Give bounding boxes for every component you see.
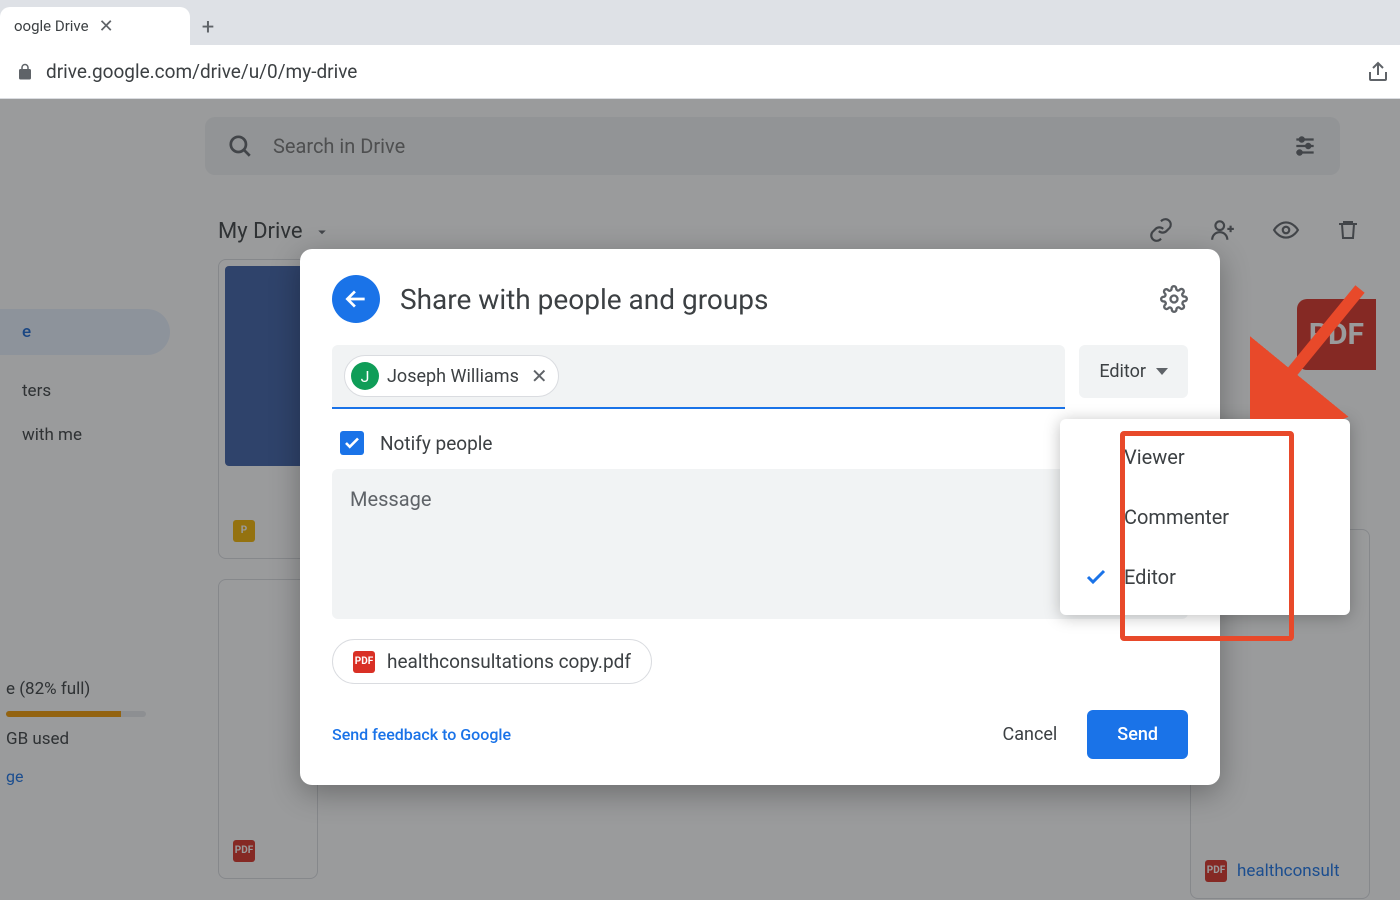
avatar: J (351, 362, 379, 390)
browser-tab-strip: oogle Drive ✕ + (0, 0, 1400, 45)
check-icon (343, 434, 361, 452)
address-bar: drive.google.com/drive/u/0/my-drive (0, 45, 1400, 99)
message-placeholder: Message (350, 487, 431, 511)
chip-name: Joseph Williams (387, 366, 519, 387)
share-os-icon[interactable] (1366, 60, 1390, 84)
gear-icon[interactable] (1160, 285, 1188, 313)
role-option-editor[interactable]: Editor (1060, 547, 1350, 607)
role-dropdown-menu: Viewer Commenter Editor (1060, 419, 1350, 615)
pdf-icon: PDF (353, 651, 375, 673)
option-label: Commenter (1124, 505, 1229, 529)
notify-label: Notify people (380, 432, 492, 455)
send-button[interactable]: Send (1087, 710, 1188, 759)
new-tab-button[interactable]: + (190, 9, 226, 45)
feedback-link[interactable]: Send feedback to Google (332, 725, 511, 744)
check-icon (1084, 565, 1110, 589)
recipient-chip[interactable]: J Joseph Williams ✕ (344, 355, 559, 397)
cancel-button[interactable]: Cancel (993, 712, 1068, 757)
recipient-input[interactable]: J Joseph Williams ✕ (332, 345, 1065, 409)
modal-title: Share with people and groups (400, 283, 1140, 316)
notify-checkbox[interactable] (340, 431, 364, 455)
close-icon[interactable]: ✕ (531, 364, 548, 388)
lock-icon (16, 63, 34, 81)
arrow-left-icon (343, 286, 369, 312)
drive-app: My Drive e ters with me e (82% full) GB … (0, 99, 1400, 900)
option-label: Editor (1124, 565, 1176, 589)
url-text[interactable]: drive.google.com/drive/u/0/my-drive (46, 60, 1354, 83)
role-label: Editor (1099, 361, 1146, 382)
chevron-down-icon (1156, 368, 1168, 375)
role-option-viewer[interactable]: Viewer (1060, 427, 1350, 487)
tab-title: oogle Drive (14, 17, 89, 35)
attachment-name: healthconsultations copy.pdf (387, 650, 631, 673)
browser-tab[interactable]: oogle Drive ✕ (0, 7, 190, 45)
close-icon[interactable]: ✕ (99, 16, 114, 37)
role-option-commenter[interactable]: Commenter (1060, 487, 1350, 547)
option-label: Viewer (1124, 445, 1185, 469)
role-dropdown-button[interactable]: Editor (1079, 345, 1188, 398)
back-button[interactable] (332, 275, 380, 323)
attachment-chip[interactable]: PDF healthconsultations copy.pdf (332, 639, 652, 684)
